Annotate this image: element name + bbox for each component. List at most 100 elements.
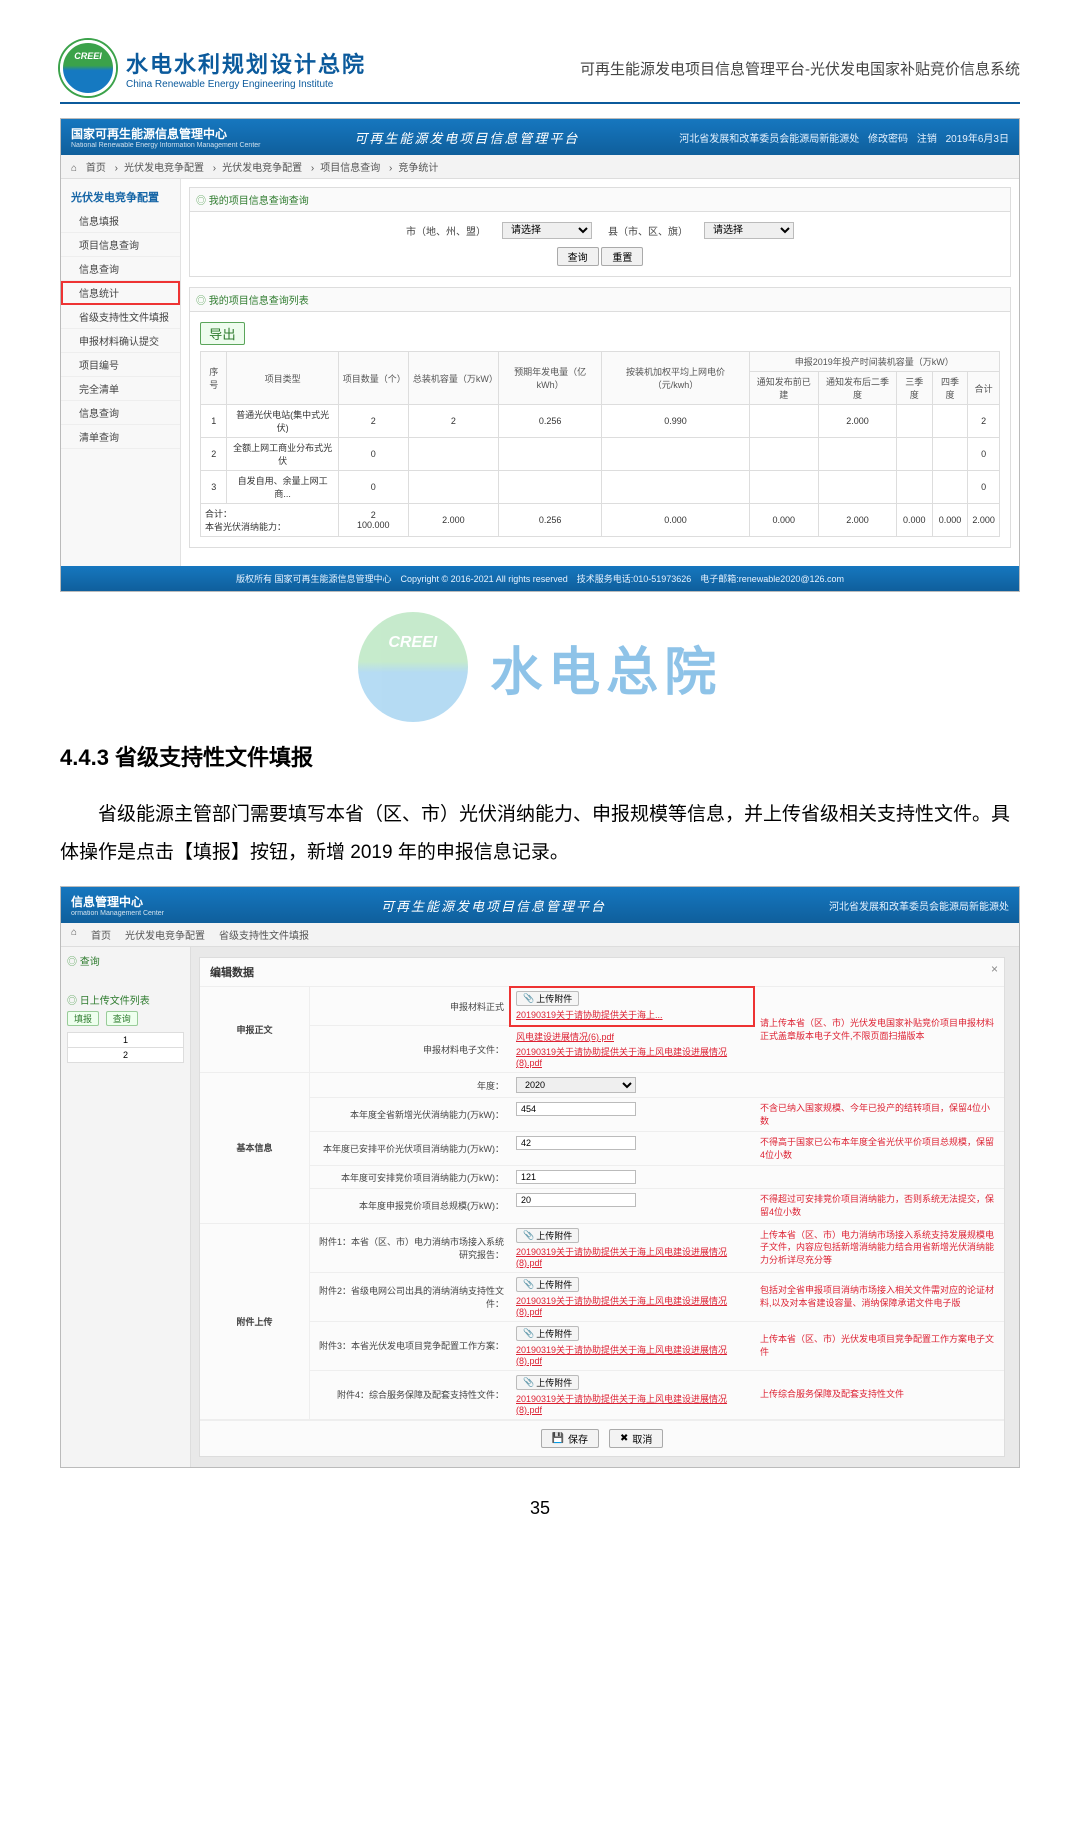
crumb2-home[interactable]: 首页 <box>91 927 111 942</box>
lbl-material: 申报材料正式 <box>310 987 510 1026</box>
query-button[interactable]: 查询 <box>557 247 599 266</box>
city-select[interactable]: 请选择 <box>502 222 592 239</box>
app-platform-title: 可再生能源发电项目信息管理平台 <box>354 128 579 147</box>
file-doc-2[interactable]: 20190319关于请协助提供关于海上风电建设进展情况(8).pdf <box>516 1045 748 1068</box>
lbl-att4: 附件4：综合服务保障及配套支持性文件： <box>310 1371 510 1420</box>
logout-link[interactable]: 注销 <box>917 134 937 145</box>
field-doc-files: 风电建设进展情况(6).pdf 20190319关于请协助提供关于海上风电建设进… <box>510 1026 754 1073</box>
upload-att1[interactable]: 上传附件 <box>516 1228 579 1243</box>
file-att4[interactable]: 20190319关于请协助提供关于海上风电建设进展情况(8).pdf <box>516 1392 748 1415</box>
upload-button-material[interactable]: 上传附件 <box>516 991 579 1006</box>
th-idx: 序号 <box>201 352 227 405</box>
side-query-button[interactable]: 查询 <box>106 1011 138 1026</box>
app-footer: 版权所有 国家可再生能源信息管理中心 Copyright © 2016-2021… <box>61 566 1019 591</box>
sidebar-item-2[interactable]: 信息查询 <box>61 257 180 281</box>
form-title: 编辑数据 <box>200 958 1004 987</box>
th-g3: 三季度 <box>896 372 932 405</box>
table-row: 2全额上网工商业分布式光伏00 <box>201 438 1000 471</box>
lbl-cap3: 本年度可安排竞价项目消纳能力(万kW)： <box>310 1166 510 1189</box>
reset-button[interactable]: 重置 <box>601 247 643 266</box>
main-content: 我的项目信息查询查询 市（地、州、盟） 请选择 县（市、区、旗） 请选择 查询 … <box>181 179 1019 566</box>
section-heading: 4.4.3 省级支持性文件填报 <box>60 740 1020 772</box>
screenshot-stats: 国家可再生能源信息管理中心 National Renewable Energy … <box>60 118 1020 592</box>
file-doc-1[interactable]: 风电建设进展情况(6).pdf <box>516 1030 614 1043</box>
upload-att3[interactable]: 上传附件 <box>516 1326 579 1341</box>
cap3-input[interactable] <box>516 1170 636 1184</box>
file-material[interactable]: 20190319关于请协助提供关于海上... <box>516 1008 663 1021</box>
org-name-cn: 水电水利规划设计总院 <box>126 47 366 79</box>
cancel-button[interactable]: ✖取消 <box>609 1429 663 1448</box>
lbl-cap1: 本年度全省新增光伏消纳能力(万kW)： <box>310 1098 510 1132</box>
close-icon[interactable]: × <box>991 962 998 976</box>
sidebar: 光伏发电竞争配置 信息填报 项目信息查询 信息查询 信息统计 省级支持性文件填报… <box>61 179 181 566</box>
hint-cap4: 不得超过可安排竞价项目消纳能力，否则系统无法提交，保留4位小数 <box>754 1189 1004 1223</box>
cap1-input[interactable] <box>516 1102 636 1116</box>
breadcrumb: ⌂ 首页 ›光伏发电竞争配置 ›光伏发电竞争配置 ›项目信息查询 ›竞争统计 <box>61 155 1019 179</box>
page-number: 35 <box>60 1498 1020 1519</box>
side-panel: 查询 日上传文件列表 填报 查询 1 2 <box>61 947 191 1467</box>
edit-form: × 编辑数据 申报正文 申报材料正式 上传附件 20190319关于请协助提供关… <box>199 957 1005 1457</box>
query-panel-title: 我的项目信息查询查询 <box>189 187 1011 211</box>
side-row-1[interactable]: 1 <box>68 1033 184 1048</box>
crumb2-2[interactable]: 省级支持性文件填报 <box>219 927 309 942</box>
sidebar-item-1[interactable]: 项目信息查询 <box>61 233 180 257</box>
export-button[interactable]: 导出 <box>200 322 245 345</box>
side-row-2[interactable]: 2 <box>68 1048 184 1063</box>
rowlab-basic: 基本信息 <box>200 1073 310 1224</box>
app-header: 国家可再生能源信息管理中心 National Renewable Energy … <box>61 119 1019 155</box>
lbl-cap2: 本年度已安排平价光伏项目消纳能力(万kW)： <box>310 1132 510 1166</box>
city-label: 市（地、州、盟） <box>406 223 486 238</box>
breadcrumb2: ⌂ 首页 光伏发电竞争配置 省级支持性文件填报 <box>61 923 1019 947</box>
hint-att3: 上传本省（区、市）光伏发电项目竞争配置工作方案电子文件 <box>754 1322 1004 1371</box>
sidebar-group[interactable]: 光伏发电竞争配置 <box>61 185 180 209</box>
county-select[interactable]: 请选择 <box>704 222 794 239</box>
sidebar-item-4[interactable]: 省级支持性文件填报 <box>61 305 180 329</box>
hint-material: 请上传本省（区、市）光伏发电国家补贴竞价项目申报材料正式盖章版本电子文件,不限页… <box>754 987 1004 1073</box>
app2-header-right: 河北省发展和改革委员会能源局新能源处 <box>823 898 1009 913</box>
change-pwd-link[interactable]: 修改密码 <box>868 134 908 145</box>
sidebar-item-8[interactable]: 信息查询 <box>61 401 180 425</box>
lbl-att1: 附件1：本省（区、市）电力消纳市场接入系统研究报告： <box>310 1224 510 1273</box>
sidebar-item-7[interactable]: 完全清单 <box>61 377 180 401</box>
th-g5: 合计 <box>968 372 1000 405</box>
file-att3[interactable]: 20190319关于请协助提供关于海上风电建设进展情况(8).pdf <box>516 1343 748 1366</box>
location-label: 河北省发展和改革委员会能源局新能源处 <box>679 134 859 145</box>
year-select[interactable]: 2020 <box>516 1077 636 1093</box>
home-icon[interactable]: ⌂ <box>71 163 77 174</box>
side-panel-title: 查询 <box>67 953 184 968</box>
sidebar-item-stats[interactable]: 信息统计 <box>61 281 180 305</box>
app2-header: 信息管理中心 ormation Management Center 可再生能源发… <box>61 887 1019 923</box>
crumb-3[interactable]: 项目信息查询 <box>320 163 380 174</box>
rowlab-attach: 附件上传 <box>200 1224 310 1420</box>
table-row: 1普通光伏电站(集中式光伏)220.2560.9902.0002 <box>201 405 1000 438</box>
save-icon: 💾 <box>552 1433 564 1444</box>
upload-att2[interactable]: 上传附件 <box>516 1277 579 1292</box>
th-group: 申报2019年投产时间装机容量（万kW） <box>749 352 999 372</box>
save-button[interactable]: 💾保存 <box>541 1429 599 1448</box>
crumb-2[interactable]: 光伏发电竞争配置 <box>222 163 302 174</box>
crumb-4[interactable]: 竞争统计 <box>398 163 438 174</box>
crumb2-1[interactable]: 光伏发电竞争配置 <box>125 927 205 942</box>
file-att2[interactable]: 20190319关于请协助提供关于海上风电建设进展情况(8).pdf <box>516 1294 748 1317</box>
watermark: 水电总院 <box>60 612 1020 722</box>
app2-brand: 信息管理中心 ormation Management Center <box>71 893 164 917</box>
sidebar-item-6[interactable]: 项目编号 <box>61 353 180 377</box>
doc-title: 可再生能源发电项目信息管理平台-光伏发电国家补贴竞价信息系统 <box>580 58 1020 79</box>
add-button[interactable]: 填报 <box>67 1011 99 1026</box>
cap4-input[interactable] <box>516 1193 636 1207</box>
cap2-input[interactable] <box>516 1136 636 1150</box>
list-panel-title: 我的项目信息查询列表 <box>189 287 1011 311</box>
sidebar-item-0[interactable]: 信息填报 <box>61 209 180 233</box>
home-icon[interactable]: ⌂ <box>71 927 77 942</box>
sidebar-item-9[interactable]: 清单查询 <box>61 425 180 449</box>
table-row: 3自发自用、余量上网工商...00 <box>201 471 1000 504</box>
side-panel2-title: 日上传文件列表 <box>67 992 184 1007</box>
upload-att4[interactable]: 上传附件 <box>516 1375 579 1390</box>
lbl-att2: 附件2：省级电网公司出具的消纳消纳支持性文件： <box>310 1273 510 1322</box>
field-material-upload: 上传附件 20190319关于请协助提供关于海上... <box>510 987 754 1026</box>
hint-att1: 上传本省（区、市）电力消纳市场接入系统支持发展规模电子文件，内容应包括新增消纳能… <box>754 1224 1004 1273</box>
crumb-home[interactable]: 首页 <box>86 163 106 174</box>
sidebar-item-5[interactable]: 申报材料确认提交 <box>61 329 180 353</box>
file-att1[interactable]: 20190319关于请协助提供关于海上风电建设进展情况(8).pdf <box>516 1245 748 1268</box>
crumb-1[interactable]: 光伏发电竞争配置 <box>124 163 204 174</box>
